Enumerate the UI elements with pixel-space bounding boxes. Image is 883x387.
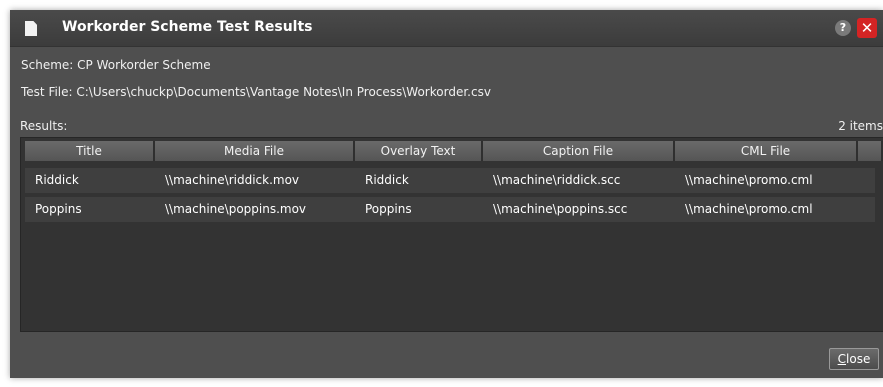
help-icon[interactable]: ? xyxy=(835,20,851,36)
scheme-label: Scheme: CP Workorder Scheme xyxy=(21,58,211,72)
results-table[interactable]: Title Media File Overlay Text Caption Fi… xyxy=(20,137,883,332)
dialog-title: Workorder Scheme Test Results xyxy=(62,19,313,35)
items-count: 2 items xyxy=(838,119,883,133)
test-file-label: Test File: C:\Users\chuckp\Documents\Van… xyxy=(21,85,491,99)
document-icon xyxy=(25,21,37,36)
cell-media-file: \\machine\poppins.mov xyxy=(165,202,307,216)
table-row[interactable]: Riddick \\machine\riddick.mov Riddick \\… xyxy=(25,168,875,193)
cell-caption-file: \\machine\poppins.scc xyxy=(493,202,628,216)
cell-overlay-text: Riddick xyxy=(365,173,409,187)
column-header-cml-file[interactable]: CML File xyxy=(675,141,858,161)
close-icon[interactable]: ✕ xyxy=(857,18,877,38)
column-header-caption-file[interactable]: Caption File xyxy=(483,141,675,161)
close-button[interactable]: Close xyxy=(829,348,879,370)
cell-caption-file: \\machine\riddick.scc xyxy=(493,173,621,187)
table-header: Title Media File Overlay Text Caption Fi… xyxy=(25,141,883,161)
cell-cml-file: \\machine\promo.cml xyxy=(685,202,813,216)
title-bar[interactable]: Workorder Scheme Test Results ? ✕ xyxy=(10,10,883,47)
close-button-mnemonic: C xyxy=(837,352,847,366)
test-results-dialog: Workorder Scheme Test Results ? ✕ Scheme… xyxy=(10,10,883,378)
cell-title: Riddick xyxy=(35,173,79,187)
cell-cml-file: \\machine\promo.cml xyxy=(685,173,813,187)
table-row[interactable]: Poppins \\machine\poppins.mov Poppins \\… xyxy=(25,197,875,222)
results-label: Results: xyxy=(20,119,68,133)
cell-overlay-text: Poppins xyxy=(365,202,412,216)
cell-title: Poppins xyxy=(35,202,82,216)
column-header-media-file[interactable]: Media File xyxy=(155,141,355,161)
column-header-overlay-text[interactable]: Overlay Text xyxy=(355,141,483,161)
cell-media-file: \\machine\riddick.mov xyxy=(165,173,300,187)
column-header-title[interactable]: Title xyxy=(25,141,155,161)
column-header-filler xyxy=(858,141,883,161)
close-button-label: lose xyxy=(846,352,871,366)
